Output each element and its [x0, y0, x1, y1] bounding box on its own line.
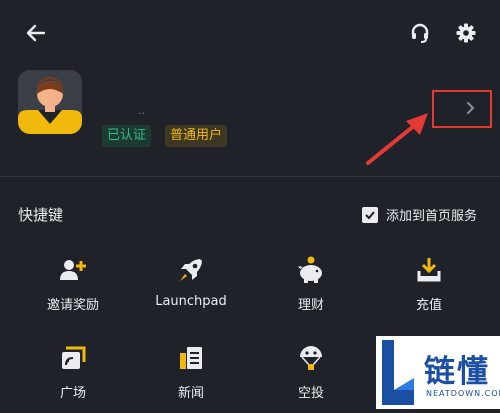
- rocket-icon: [176, 255, 206, 285]
- shortcut-label: 空投: [297, 386, 324, 401]
- watermark-logo-icon: [382, 340, 414, 405]
- shortcut-airdrop[interactable]: 空投: [256, 343, 366, 413]
- piggy-bank-icon: [296, 255, 326, 285]
- shortcut-label: 新闻: [177, 386, 204, 401]
- watermark-text: 链懂: [424, 354, 490, 390]
- watermark: 链懂 NEATDOWN.COM: [376, 336, 500, 409]
- invite-reward-icon: [58, 255, 88, 285]
- avatar[interactable]: [18, 70, 82, 134]
- back-button[interactable]: [22, 19, 50, 47]
- add-to-home-checkbox[interactable]: 添加到首页服务: [362, 205, 477, 224]
- verified-badge: 已认证: [102, 125, 152, 147]
- support-button[interactable]: [406, 19, 434, 47]
- shortcut-square[interactable]: 广场: [18, 343, 128, 413]
- arrow-left-icon: [26, 24, 46, 42]
- annotation-highlight-box: [432, 90, 492, 128]
- shortcut-launchpad[interactable]: Launchpad: [136, 255, 246, 325]
- shortcut-wealth[interactable]: 理财: [256, 255, 366, 325]
- shortcut-label: 充值: [415, 298, 442, 313]
- add-to-home-label: 添加到首页服务: [386, 209, 478, 224]
- shortcut-news[interactable]: 新闻: [136, 343, 246, 413]
- headset-icon: [411, 23, 429, 43]
- avatar-illustration: [18, 70, 82, 134]
- checkbox-checked-icon: [362, 206, 378, 223]
- shortcut-deposit[interactable]: 充值: [374, 255, 484, 325]
- annotation-arrow: [366, 113, 428, 165]
- airdrop-icon: [296, 343, 326, 373]
- shortcut-invite-reward[interactable]: 邀请奖励: [18, 255, 128, 325]
- gear-icon: [456, 23, 476, 43]
- user-type-badge: 普通用户: [165, 125, 228, 147]
- profile-name: ..: [138, 104, 145, 117]
- news-icon: [176, 343, 206, 373]
- shortcut-label: 广场: [59, 386, 86, 401]
- shortcut-label: 邀请奖励: [46, 298, 99, 313]
- shortcuts-title: 快捷键: [18, 206, 64, 224]
- shortcut-label: 理财: [297, 298, 324, 313]
- watermark-subtext: NEATDOWN.COM: [426, 389, 500, 398]
- deposit-icon: [414, 255, 444, 285]
- settings-button[interactable]: [452, 19, 480, 47]
- square-feed-icon: [58, 343, 88, 373]
- section-divider: [0, 176, 500, 177]
- shortcut-label: Launchpad: [155, 294, 227, 309]
